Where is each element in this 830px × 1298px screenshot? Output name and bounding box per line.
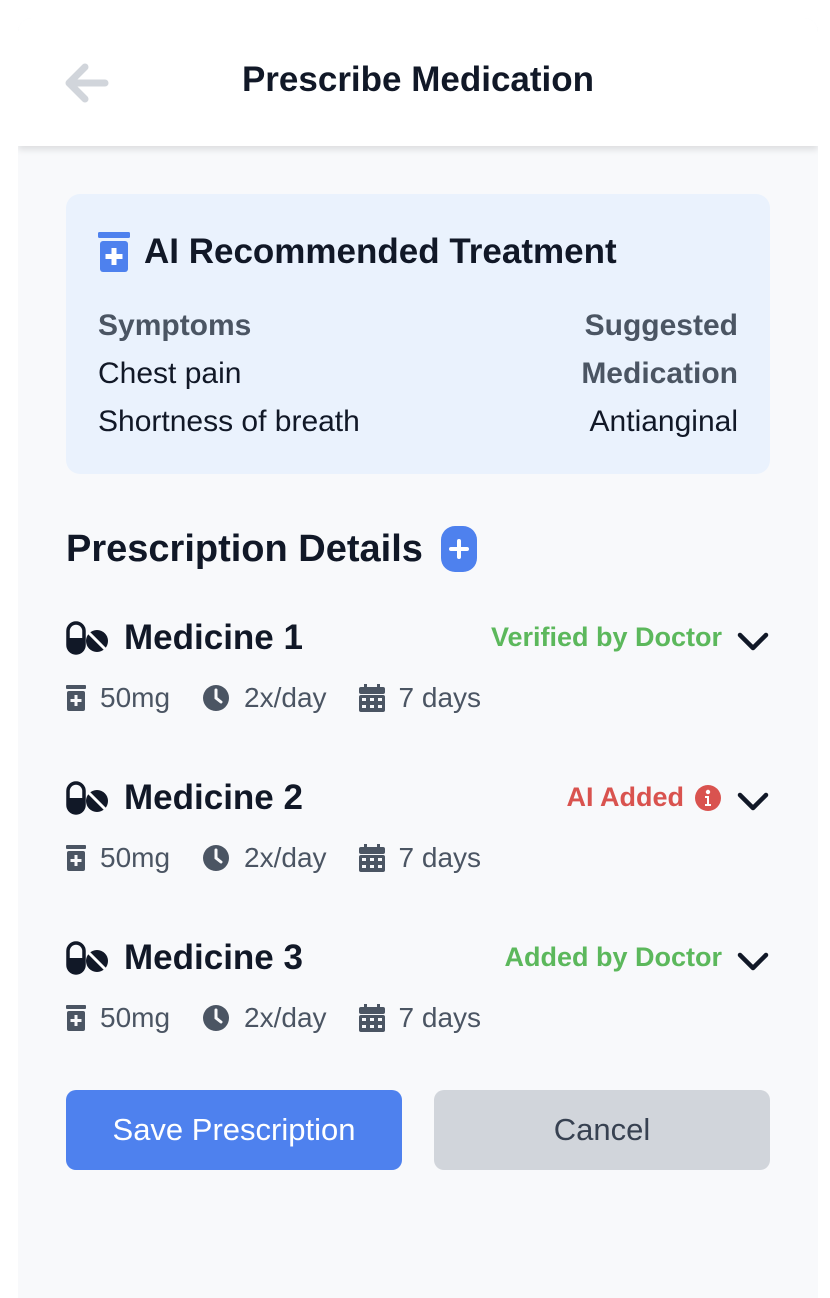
info-icon[interactable]: [694, 784, 722, 812]
status-text: AI Added: [566, 782, 685, 812]
medicine-title: Medicine 3: [66, 938, 303, 978]
status-badge: Added by Doctor: [504, 942, 722, 973]
clock-icon: [203, 845, 230, 871]
clock-icon: [203, 1005, 230, 1031]
medicine-name: Medicine 3: [124, 938, 303, 977]
medicine-item: Medicine 2 AI Added 50mg 2x/day 7 days: [66, 778, 770, 898]
pills-icon: [66, 781, 108, 815]
frequency-detail: 2x/day: [202, 682, 327, 714]
symptoms-column: Symptoms Chest pain Shortness of breath: [98, 302, 360, 446]
status-badge: AI Added: [567, 782, 723, 813]
suggested-label: Suggested: [584, 309, 738, 342]
save-prescription-button[interactable]: Save Prescription: [66, 1090, 402, 1170]
top-bar: Prescribe Medication: [18, 18, 818, 146]
medicine-header[interactable]: Medicine 3 Added by Doctor: [66, 938, 770, 982]
duration-value: 7 days: [398, 842, 482, 873]
medicine-name: Medicine 1: [124, 618, 303, 657]
frequency-detail: 2x/day: [202, 1002, 327, 1034]
duration-detail: 7 days: [358, 682, 482, 714]
section-title: Prescription Details: [66, 527, 423, 570]
calendar-icon: [358, 844, 385, 872]
duration-value: 7 days: [398, 1002, 482, 1033]
chevron-down-icon[interactable]: [736, 624, 770, 658]
clock-icon: [203, 685, 230, 711]
prescription-bottle-icon: [66, 845, 86, 871]
medication-label: Medication: [581, 357, 738, 390]
medicine-name: Medicine 2: [124, 778, 303, 817]
pills-icon: [66, 621, 108, 655]
symptoms-label: Symptoms: [98, 309, 252, 342]
ai-card-header: AI Recommended Treatment: [98, 232, 617, 272]
prescription-bottle-icon: [66, 685, 86, 711]
medicine-item: Medicine 3 Added by Doctor 50mg 2x/day 7…: [66, 938, 770, 1058]
pills-icon: [66, 941, 108, 975]
frequency-value: 2x/day: [244, 1002, 327, 1033]
medicine-details: 50mg 2x/day 7 days: [66, 682, 513, 714]
dose-value: 50mg: [100, 842, 171, 873]
dose-detail: 50mg: [66, 1002, 170, 1034]
prescription-bottle-icon: [66, 1005, 86, 1031]
medicine-item: Medicine 1 Verified by Doctor 50mg 2x/da…: [66, 618, 770, 738]
medicine-title: Medicine 1: [66, 618, 303, 658]
dose-value: 50mg: [100, 1002, 171, 1033]
cancel-button[interactable]: Cancel: [434, 1090, 770, 1170]
ai-card-title: AI Recommended Treatment: [144, 232, 617, 271]
duration-detail: 7 days: [358, 1002, 482, 1034]
dose-detail: 50mg: [66, 682, 170, 714]
page-title: Prescribe Medication: [241, 60, 595, 99]
symptom-item: Shortness of breath: [98, 405, 360, 438]
medicine-title: Medicine 2: [66, 778, 303, 818]
app-screen: Prescribe Medication AI Recommended Trea…: [18, 18, 818, 1298]
chevron-down-icon[interactable]: [736, 784, 770, 818]
duration-detail: 7 days: [358, 842, 482, 874]
medicine-header[interactable]: Medicine 2 AI Added: [66, 778, 770, 822]
plus-icon: [448, 539, 469, 559]
medicine-details: 50mg 2x/day 7 days: [66, 1002, 513, 1034]
frequency-value: 2x/day: [244, 682, 327, 713]
dose-value: 50mg: [100, 682, 171, 713]
prescription-bottle-icon: [98, 232, 130, 272]
prescription-details-header: Prescription Details: [66, 526, 477, 572]
dose-detail: 50mg: [66, 842, 170, 874]
chevron-down-icon[interactable]: [736, 944, 770, 978]
status-text: Added by Doctor: [504, 942, 722, 972]
frequency-detail: 2x/day: [202, 842, 327, 874]
ai-recommendation-card: AI Recommended Treatment Symptoms Chest …: [66, 194, 770, 474]
calendar-icon: [358, 1004, 385, 1032]
add-medicine-button[interactable]: [440, 526, 477, 572]
symptom-item: Chest pain: [98, 357, 242, 390]
calendar-icon: [358, 684, 385, 712]
status-badge: Verified by Doctor: [491, 622, 722, 653]
medicine-details: 50mg 2x/day 7 days: [66, 842, 513, 874]
suggested-medication-column: Suggested Medication Antianginal: [581, 302, 738, 446]
status-text: Verified by Doctor: [490, 622, 722, 652]
medicine-header[interactable]: Medicine 1 Verified by Doctor: [66, 618, 770, 662]
duration-value: 7 days: [398, 682, 482, 713]
suggested-medication-value: Antianginal: [589, 405, 738, 438]
frequency-value: 2x/day: [244, 842, 327, 873]
